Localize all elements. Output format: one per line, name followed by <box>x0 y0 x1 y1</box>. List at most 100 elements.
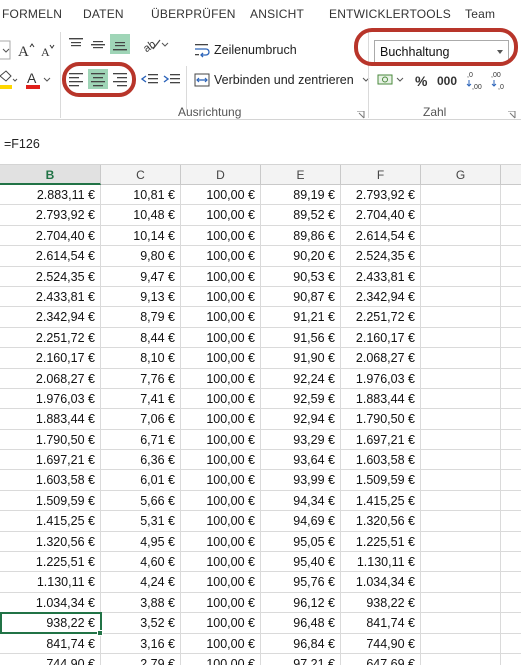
fill-handle[interactable] <box>97 630 103 637</box>
cell[interactable] <box>421 653 501 665</box>
cell[interactable]: 1.883,44 € <box>341 388 421 410</box>
font-size-dropdown[interactable] <box>0 40 12 60</box>
cell[interactable] <box>501 328 521 349</box>
cell[interactable]: 89,19 € <box>261 185 341 206</box>
cell[interactable]: 1.130,11 € <box>0 572 101 593</box>
cell[interactable]: 100,00 € <box>181 185 261 206</box>
cell[interactable]: 91,90 € <box>261 348 341 369</box>
cell[interactable] <box>421 307 501 328</box>
cell[interactable]: 9,13 € <box>101 286 181 308</box>
cell[interactable]: 841,74 € <box>341 613 421 634</box>
cell[interactable] <box>421 327 501 349</box>
formula-bar[interactable]: =F126 <box>0 120 521 165</box>
cell[interactable]: 2.342,94 € <box>341 286 421 308</box>
cell[interactable]: 1.790,50 € <box>341 409 421 430</box>
cell[interactable] <box>421 429 501 451</box>
cell[interactable]: 2.524,35 € <box>0 266 101 287</box>
cell[interactable]: 8,44 € <box>101 327 181 349</box>
cell[interactable]: 93,64 € <box>261 450 341 471</box>
cell[interactable]: 2.614,54 € <box>0 246 101 267</box>
increase-indent-icon[interactable] <box>162 69 182 89</box>
cell[interactable] <box>501 205 521 226</box>
cell[interactable]: 2.614,54 € <box>341 225 421 247</box>
cell[interactable]: 7,06 € <box>101 409 181 430</box>
cell[interactable]: 938,22 € <box>0 613 101 634</box>
cell[interactable] <box>421 205 501 226</box>
column-header-f[interactable]: F <box>341 165 421 185</box>
cell[interactable] <box>421 368 501 389</box>
cell[interactable]: 1.509,59 € <box>341 470 421 491</box>
cell[interactable]: 95,40 € <box>261 552 341 573</box>
cell[interactable]: 7,76 € <box>101 368 181 389</box>
cell[interactable]: 2.251,72 € <box>0 327 101 349</box>
cell[interactable]: 100,00 € <box>181 225 261 247</box>
cell[interactable]: 1.509,59 € <box>0 490 101 512</box>
cell[interactable] <box>501 654 521 665</box>
cell[interactable]: 1.034,34 € <box>0 592 101 614</box>
cell[interactable] <box>501 409 521 430</box>
cell[interactable] <box>421 592 501 614</box>
cell[interactable] <box>421 552 501 573</box>
tab-formeln[interactable]: FORMELN <box>2 7 62 21</box>
font-shrink-icon[interactable]: A <box>38 39 58 61</box>
cell[interactable]: 8,10 € <box>101 348 181 369</box>
cell[interactable]: 1.225,51 € <box>0 552 101 573</box>
cell[interactable] <box>501 226 521 247</box>
align-bottom-icon[interactable] <box>110 34 130 54</box>
cell[interactable]: 1.790,50 € <box>0 429 101 451</box>
cell[interactable]: 96,48 € <box>261 613 341 634</box>
cell[interactable]: 100,00 € <box>181 450 261 471</box>
cell[interactable] <box>501 470 521 491</box>
column-header-e[interactable]: E <box>261 165 341 185</box>
cell[interactable]: 100,00 € <box>181 205 261 226</box>
column-header-next[interactable] <box>501 165 521 185</box>
align-middle-icon[interactable] <box>88 34 108 54</box>
column-header-g[interactable]: G <box>421 165 501 185</box>
currency-icon[interactable] <box>376 70 408 90</box>
cell[interactable]: 2.793,92 € <box>0 205 101 226</box>
decrease-decimal-icon[interactable]: ,00 ,0 <box>490 68 514 92</box>
cell[interactable]: 89,52 € <box>261 205 341 226</box>
cell[interactable]: 2.883,11 € <box>0 185 101 206</box>
column-header-c[interactable]: C <box>101 165 181 185</box>
cell[interactable] <box>501 511 521 532</box>
cell[interactable] <box>421 490 501 512</box>
cell[interactable]: 100,00 € <box>181 286 261 308</box>
cell[interactable]: 92,94 € <box>261 409 341 430</box>
cell[interactable]: 2.433,81 € <box>0 286 101 308</box>
cell[interactable]: 744,90 € <box>0 653 101 665</box>
cell[interactable] <box>501 185 521 206</box>
cell[interactable]: 9,47 € <box>101 266 181 287</box>
cell[interactable] <box>421 266 501 287</box>
align-top-icon[interactable] <box>66 34 86 54</box>
cell[interactable]: 2,79 € <box>101 653 181 665</box>
cell[interactable]: 1.883,44 € <box>0 409 101 430</box>
cell[interactable]: 1.415,25 € <box>341 490 421 512</box>
cell[interactable]: 744,90 € <box>341 633 421 654</box>
cell[interactable] <box>501 634 521 654</box>
font-color-icon[interactable]: A <box>24 68 54 92</box>
cell[interactable]: 100,00 € <box>181 572 261 593</box>
cell[interactable]: 90,53 € <box>261 266 341 287</box>
cell[interactable]: 8,79 € <box>101 307 181 328</box>
cell[interactable]: 4,95 € <box>101 531 181 553</box>
cell[interactable]: 647,69 € <box>341 653 421 665</box>
cell[interactable]: 2.342,94 € <box>0 307 101 328</box>
cell[interactable] <box>421 470 501 491</box>
cell[interactable] <box>501 287 521 308</box>
cell[interactable]: 100,00 € <box>181 246 261 267</box>
cell[interactable] <box>501 246 521 267</box>
cell[interactable]: 3,52 € <box>101 613 181 634</box>
cell[interactable]: 95,05 € <box>261 531 341 553</box>
cell[interactable] <box>501 552 521 573</box>
cell[interactable]: 9,80 € <box>101 246 181 267</box>
cell[interactable]: 6,01 € <box>101 470 181 491</box>
cell[interactable]: 2.160,17 € <box>341 327 421 349</box>
tab-ueberpruefen[interactable]: ÜBERPRÜFEN <box>151 7 236 21</box>
cell[interactable]: 1.976,03 € <box>0 388 101 410</box>
increase-decimal-icon[interactable]: ,0 ,00 <box>466 68 488 92</box>
tab-entwicklertools[interactable]: ENTWICKLERTOOLS <box>329 7 451 21</box>
tab-team[interactable]: Team <box>465 7 495 21</box>
cell[interactable]: 3,88 € <box>101 592 181 614</box>
cell[interactable]: 10,81 € <box>101 185 181 206</box>
